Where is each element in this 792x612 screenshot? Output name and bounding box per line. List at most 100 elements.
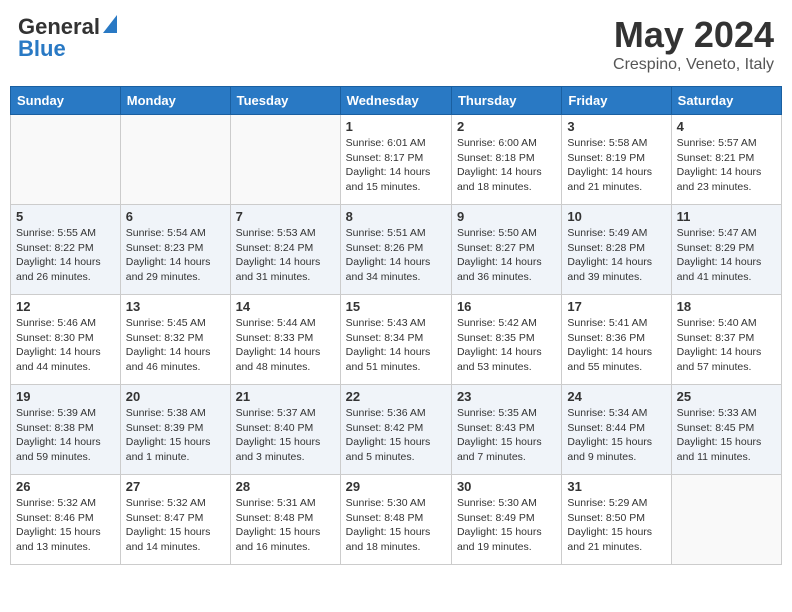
calendar-header-sunday: Sunday bbox=[11, 87, 121, 115]
calendar-header-tuesday: Tuesday bbox=[230, 87, 340, 115]
day-number: 3 bbox=[567, 119, 665, 134]
day-number: 29 bbox=[346, 479, 446, 494]
day-info: Sunrise: 5:46 AMSunset: 8:30 PMDaylight:… bbox=[16, 316, 115, 375]
day-number: 27 bbox=[126, 479, 225, 494]
calendar-header-saturday: Saturday bbox=[671, 87, 781, 115]
day-info: Sunrise: 5:45 AMSunset: 8:32 PMDaylight:… bbox=[126, 316, 225, 375]
calendar-day-cell: 2 Sunrise: 6:00 AMSunset: 8:18 PMDaylight… bbox=[451, 115, 561, 205]
calendar-day-cell: 9Sunrise: 5:50 AMSunset: 8:27 PMDaylight… bbox=[451, 205, 561, 295]
calendar-table: SundayMondayTuesdayWednesdayThursdayFrid… bbox=[10, 86, 782, 565]
calendar-day-cell: 21Sunrise: 5:37 AMSunset: 8:40 PMDayligh… bbox=[230, 385, 340, 475]
day-number: 30 bbox=[457, 479, 556, 494]
day-info: Sunrise: 5:44 AMSunset: 8:33 PMDaylight:… bbox=[236, 316, 335, 375]
day-info: Sunrise: 5:30 AMSunset: 8:49 PMDaylight:… bbox=[457, 496, 556, 555]
day-info: Sunrise: 6:00 AMSunset: 8:18 PMDaylight:… bbox=[457, 136, 556, 195]
calendar-day-cell: 10Sunrise: 5:49 AMSunset: 8:28 PMDayligh… bbox=[562, 205, 671, 295]
calendar-header-friday: Friday bbox=[562, 87, 671, 115]
day-info: Sunrise: 6:01 AMSunset: 8:17 PMDaylight:… bbox=[346, 136, 446, 195]
calendar-day-cell: 7 Sunrise: 5:53 AMSunset: 8:24 PMDaylight… bbox=[230, 205, 340, 295]
day-info: Sunrise: 5:34 AMSunset: 8:44 PMDaylight:… bbox=[567, 406, 665, 465]
day-number: 22 bbox=[346, 389, 446, 404]
calendar-week-row: 1 Sunrise: 6:01 AMSunset: 8:17 PMDaylight… bbox=[11, 115, 782, 205]
logo-triangle-icon bbox=[103, 15, 117, 38]
day-number: 23 bbox=[457, 389, 556, 404]
calendar-day-cell: 27Sunrise: 5:32 AMSunset: 8:47 PMDayligh… bbox=[120, 475, 230, 565]
day-info: Sunrise: 5:40 AMSunset: 8:37 PMDaylight:… bbox=[677, 316, 776, 375]
calendar-day-cell: 15Sunrise: 5:43 AMSunset: 8:34 PMDayligh… bbox=[340, 295, 451, 385]
day-number: 31 bbox=[567, 479, 665, 494]
day-info: Sunrise: 5:32 AMSunset: 8:46 PMDaylight:… bbox=[16, 496, 115, 555]
calendar-week-row: 19 Sunrise: 5:39 AMSunset: 8:38 PMDayligh… bbox=[11, 385, 782, 475]
day-number: 5 bbox=[16, 209, 115, 224]
calendar-day-cell: 22 Sunrise: 5:36 AMSunset: 8:42 PMDayligh… bbox=[340, 385, 451, 475]
calendar-header-thursday: Thursday bbox=[451, 87, 561, 115]
day-number: 19 bbox=[16, 389, 115, 404]
day-number: 10 bbox=[567, 209, 665, 224]
day-info: Sunrise: 5:38 AMSunset: 8:39 PMDaylight:… bbox=[126, 406, 225, 465]
day-number: 7 bbox=[236, 209, 335, 224]
calendar-week-row: 12 Sunrise: 5:46 AMSunset: 8:30 PMDayligh… bbox=[11, 295, 782, 385]
calendar-day-cell: 12 Sunrise: 5:46 AMSunset: 8:30 PMDayligh… bbox=[11, 295, 121, 385]
month-title: May 2024 bbox=[613, 14, 774, 56]
day-number: 28 bbox=[236, 479, 335, 494]
day-number: 11 bbox=[677, 209, 776, 224]
day-number: 15 bbox=[346, 299, 446, 314]
day-info: Sunrise: 5:29 AMSunset: 8:50 PMDaylight:… bbox=[567, 496, 665, 555]
calendar-day-cell: 16Sunrise: 5:42 AMSunset: 8:35 PMDayligh… bbox=[451, 295, 561, 385]
day-info: Sunrise: 5:58 AMSunset: 8:19 PMDaylight:… bbox=[567, 136, 665, 195]
calendar-day-cell: 25Sunrise: 5:33 AMSunset: 8:45 PMDayligh… bbox=[671, 385, 781, 475]
page-header: General Blue May 2024 Crespino, Veneto, … bbox=[10, 10, 782, 78]
calendar-day-cell: 18 Sunrise: 5:40 AMSunset: 8:37 PMDayligh… bbox=[671, 295, 781, 385]
day-number: 2 bbox=[457, 119, 556, 134]
day-number: 8 bbox=[346, 209, 446, 224]
day-number: 21 bbox=[236, 389, 335, 404]
day-info: Sunrise: 5:53 AMSunset: 8:24 PMDaylight:… bbox=[236, 226, 335, 285]
day-number: 18 bbox=[677, 299, 776, 314]
day-info: Sunrise: 5:39 AMSunset: 8:38 PMDaylight:… bbox=[16, 406, 115, 465]
calendar-header-row: SundayMondayTuesdayWednesdayThursdayFrid… bbox=[11, 87, 782, 115]
calendar-week-row: 26 Sunrise: 5:32 AMSunset: 8:46 PMDayligh… bbox=[11, 475, 782, 565]
day-info: Sunrise: 5:50 AMSunset: 8:27 PMDaylight:… bbox=[457, 226, 556, 285]
logo: General Blue bbox=[18, 14, 117, 62]
day-info: Sunrise: 5:57 AMSunset: 8:21 PMDaylight:… bbox=[677, 136, 776, 195]
calendar-day-cell: 29 Sunrise: 5:30 AMSunset: 8:48 PMDayligh… bbox=[340, 475, 451, 565]
day-number: 25 bbox=[677, 389, 776, 404]
calendar-header-wednesday: Wednesday bbox=[340, 87, 451, 115]
calendar-day-cell: 30 Sunrise: 5:30 AMSunset: 8:49 PMDayligh… bbox=[451, 475, 561, 565]
day-info: Sunrise: 5:36 AMSunset: 8:42 PMDaylight:… bbox=[346, 406, 446, 465]
logo-blue-text: Blue bbox=[18, 36, 66, 62]
calendar-day-cell: 17Sunrise: 5:41 AMSunset: 8:36 PMDayligh… bbox=[562, 295, 671, 385]
day-number: 4 bbox=[677, 119, 776, 134]
calendar-day-cell: 31 Sunrise: 5:29 AMSunset: 8:50 PMDayligh… bbox=[562, 475, 671, 565]
day-info: Sunrise: 5:51 AMSunset: 8:26 PMDaylight:… bbox=[346, 226, 446, 285]
calendar-day-cell: 20 Sunrise: 5:38 AMSunset: 8:39 PMDayligh… bbox=[120, 385, 230, 475]
calendar-day-cell bbox=[11, 115, 121, 205]
calendar-day-cell: 8 Sunrise: 5:51 AMSunset: 8:26 PMDaylight… bbox=[340, 205, 451, 295]
day-number: 24 bbox=[567, 389, 665, 404]
day-number: 20 bbox=[126, 389, 225, 404]
calendar-day-cell bbox=[120, 115, 230, 205]
calendar-day-cell: 11 Sunrise: 5:47 AMSunset: 8:29 PMDayligh… bbox=[671, 205, 781, 295]
day-number: 26 bbox=[16, 479, 115, 494]
day-info: Sunrise: 5:42 AMSunset: 8:35 PMDaylight:… bbox=[457, 316, 556, 375]
calendar-day-cell: 26 Sunrise: 5:32 AMSunset: 8:46 PMDayligh… bbox=[11, 475, 121, 565]
day-info: Sunrise: 5:54 AMSunset: 8:23 PMDaylight:… bbox=[126, 226, 225, 285]
calendar-day-cell: 1 Sunrise: 6:01 AMSunset: 8:17 PMDaylight… bbox=[340, 115, 451, 205]
day-number: 14 bbox=[236, 299, 335, 314]
location: Crespino, Veneto, Italy bbox=[613, 56, 774, 74]
calendar-day-cell: 14 Sunrise: 5:44 AMSunset: 8:33 PMDayligh… bbox=[230, 295, 340, 385]
calendar-day-cell bbox=[230, 115, 340, 205]
day-number: 12 bbox=[16, 299, 115, 314]
day-number: 6 bbox=[126, 209, 225, 224]
calendar-header-monday: Monday bbox=[120, 87, 230, 115]
calendar-day-cell: 3 Sunrise: 5:58 AMSunset: 8:19 PMDaylight… bbox=[562, 115, 671, 205]
day-info: Sunrise: 5:47 AMSunset: 8:29 PMDaylight:… bbox=[677, 226, 776, 285]
day-number: 1 bbox=[346, 119, 446, 134]
calendar-day-cell: 6 Sunrise: 5:54 AMSunset: 8:23 PMDaylight… bbox=[120, 205, 230, 295]
day-info: Sunrise: 5:55 AMSunset: 8:22 PMDaylight:… bbox=[16, 226, 115, 285]
calendar-week-row: 5 Sunrise: 5:55 AMSunset: 8:22 PMDaylight… bbox=[11, 205, 782, 295]
calendar-day-cell: 13Sunrise: 5:45 AMSunset: 8:32 PMDayligh… bbox=[120, 295, 230, 385]
day-info: Sunrise: 5:41 AMSunset: 8:36 PMDaylight:… bbox=[567, 316, 665, 375]
title-block: May 2024 Crespino, Veneto, Italy bbox=[613, 14, 774, 74]
day-info: Sunrise: 5:30 AMSunset: 8:48 PMDaylight:… bbox=[346, 496, 446, 555]
